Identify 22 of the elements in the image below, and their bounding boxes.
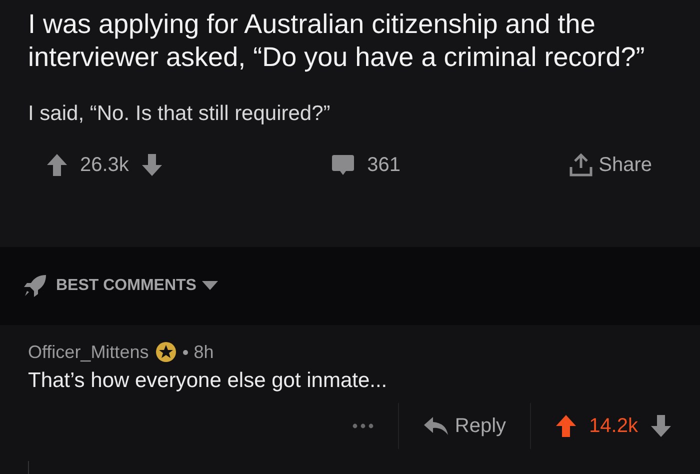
rocket-icon (22, 273, 48, 299)
share-button[interactable]: Share (568, 152, 652, 178)
post-body: I said, “No. Is that still required?” (28, 102, 332, 126)
upvote-icon[interactable] (46, 153, 68, 177)
more-icon[interactable] (352, 423, 374, 429)
reply-icon (422, 416, 449, 436)
comment-count: 361 (367, 154, 400, 176)
vote-count: 14.2k (589, 414, 638, 438)
comment-author[interactable]: Officer_Mittens (28, 342, 149, 362)
caret-icon (202, 281, 218, 291)
downvote-icon[interactable] (650, 414, 672, 438)
share-icon (568, 152, 593, 178)
post-title: I was applying for Australian citizenship and the interviewer asked, “Do you have a criminal record?” (28, 8, 646, 74)
downvote-icon[interactable] (140, 153, 163, 177)
upvote-icon[interactable] (555, 414, 578, 438)
reply-button[interactable]: Reply (422, 414, 506, 438)
sort-dropdown[interactable]: BEST COMMENTS (56, 277, 218, 295)
vote-count: 26.3k (80, 154, 129, 176)
comment-time: 8h (194, 342, 214, 362)
separator-dot-icon (182, 350, 188, 354)
comment-text: That’s how everyone else got inmate... (28, 369, 388, 393)
comment-icon[interactable] (331, 153, 356, 177)
